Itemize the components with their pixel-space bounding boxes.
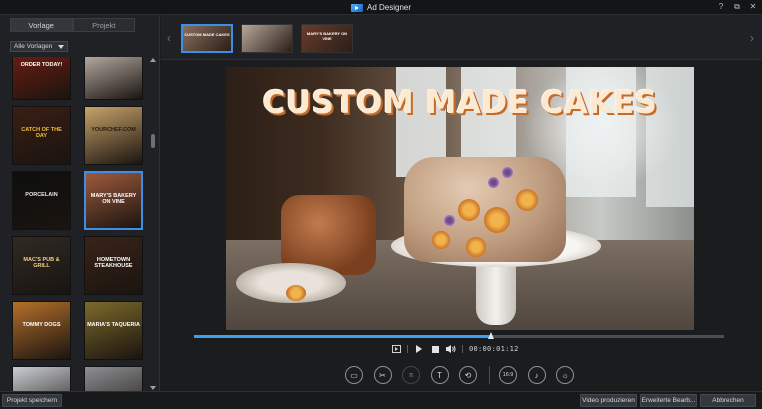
template-thumbnail[interactable]: MARIA'S TAQUERIA — [84, 301, 143, 360]
template-grid: ORDER TODAY! CATCH OF THE DAY YOURCHEF.COM… — [12, 57, 146, 391]
clip-mark-icon[interactable] — [391, 344, 401, 354]
orange-slice — [466, 237, 486, 257]
app-title: Ad Designer — [350, 3, 412, 12]
volume-icon[interactable] — [446, 344, 456, 354]
scene-thumbnail[interactable]: CUSTOM MADE CAKES — [181, 24, 233, 53]
advanced-edit-button[interactable]: Erweiterte Bearb... — [640, 394, 697, 407]
app-title-text: Ad Designer — [366, 3, 412, 12]
timecode-display: 00:00:01:12 — [469, 345, 519, 353]
template-thumbnail[interactable]: MARY'S BAKERY ON VINE — [84, 171, 143, 230]
scroll-up-icon[interactable] — [150, 58, 156, 62]
scene-strip: ‹ CUSTOM MADE CAKES MARY'S BAKERY ON VINE… — [161, 15, 762, 60]
strip-right-arrow-icon[interactable]: › — [750, 31, 754, 45]
divider — [462, 345, 463, 353]
template-thumbnail-label: MARIA'S TAQUERIA — [87, 322, 140, 328]
scene-thumbnail[interactable]: MARY'S BAKERY ON VINE — [301, 24, 353, 53]
scene-thumbnail-label: CUSTOM MADE CAKES — [184, 32, 230, 37]
template-thumbnail-label: MAC'S PUB & GRILL — [23, 257, 60, 269]
title-bar: Ad Designer ? ⧉ ✕ — [0, 0, 762, 15]
flower — [444, 215, 455, 226]
scene-thumbnail[interactable] — [241, 24, 293, 53]
play-icon[interactable] — [414, 344, 424, 354]
template-sidebar: Vorlage Projekt Alle Vorlagen ORDER TODA… — [0, 15, 160, 391]
strip-left-arrow-icon[interactable]: ‹ — [167, 31, 171, 45]
toolbar-divider — [489, 366, 490, 384]
orange-slice — [458, 199, 480, 221]
timeline-slider[interactable] — [194, 332, 724, 339]
template-thumbnail-label: PORCELAIN — [25, 192, 58, 198]
template-thumbnail[interactable]: ORDER TODAY! — [12, 57, 71, 100]
edit-toolbar: ▭ ✂ ⧈ T ⟲ 16:9 ♪ ☼ — [161, 359, 762, 391]
orange-slice — [286, 285, 306, 301]
stop-icon[interactable] — [430, 344, 440, 354]
scene-thumbnail-label: MARY'S BAKERY ON VINE — [306, 31, 348, 41]
template-thumbnail[interactable]: CATCH OF THE DAY — [12, 106, 71, 165]
scroll-down-icon[interactable] — [150, 386, 156, 390]
window-controls: ? ⧉ ✕ — [716, 2, 758, 12]
restore-icon[interactable]: ⧉ — [732, 2, 742, 12]
transition-tool-icon[interactable]: ⟲ — [459, 366, 477, 384]
aspect-ratio-tool-icon[interactable]: 16:9 — [499, 366, 517, 384]
timeline-progress — [194, 335, 491, 338]
produce-video-button[interactable]: Video produzieren — [580, 394, 637, 407]
template-thumbnail[interactable]: MAC'S PUB & GRILL — [12, 236, 71, 295]
template-filter-value: Alle Vorlagen — [14, 43, 53, 50]
template-thumbnail[interactable] — [84, 366, 143, 391]
crop-tool-icon: ⧈ — [402, 366, 420, 384]
app-logo-icon — [350, 3, 363, 12]
template-thumbnail-label: MARY'S BAKERY ON VINE — [90, 193, 137, 205]
video-preview[interactable]: CUSTOM MADE CAKES — [226, 67, 694, 330]
trim-tool-icon[interactable]: ✂ — [373, 366, 392, 384]
template-thumbnail-label: TOMMY DOGS — [22, 322, 61, 328]
template-scrollbar[interactable] — [150, 58, 156, 390]
cake-stand-base — [476, 257, 516, 325]
template-thumbnail[interactable]: HOMETOWN STEAKHOUSE — [84, 236, 143, 295]
tab-vorlage[interactable]: Vorlage — [10, 18, 73, 32]
template-thumbnail-label: ORDER TODAY! — [20, 62, 63, 68]
help-icon[interactable]: ? — [716, 2, 726, 12]
sidebar-tabs: Vorlage Projekt — [10, 18, 135, 32]
template-thumbnail[interactable]: PORCELAIN — [12, 171, 71, 230]
template-thumbnail-label: YOURCHEF.COM — [91, 127, 136, 133]
main-area: ‹ CUSTOM MADE CAKES MARY'S BAKERY ON VINE… — [161, 15, 762, 391]
playhead-handle[interactable] — [487, 332, 494, 339]
title-tool-icon[interactable]: T — [430, 366, 449, 384]
cancel-button[interactable]: Abbrechen — [700, 394, 756, 407]
media-tool-icon[interactable]: ▭ — [345, 366, 363, 384]
chevron-down-icon — [58, 45, 64, 49]
close-icon[interactable]: ✕ — [748, 2, 758, 12]
orange-slice — [432, 231, 450, 249]
template-thumbnail[interactable]: YOURCHEF.COM — [84, 106, 143, 165]
template-thumbnail[interactable] — [84, 57, 143, 100]
tab-projekt[interactable]: Projekt — [72, 18, 135, 32]
save-project-button[interactable]: Projekt speichern — [2, 394, 62, 407]
template-thumbnail-label: CATCH OF THE DAY — [21, 127, 62, 139]
template-filter-dropdown[interactable]: Alle Vorlagen — [10, 41, 68, 52]
template-thumbnail[interactable] — [12, 366, 71, 391]
scroll-thumb[interactable] — [151, 134, 155, 148]
flower — [502, 167, 513, 178]
template-thumbnail-label: HOMETOWN STEAKHOUSE — [94, 257, 133, 269]
playback-controls: 00:00:01:12 — [391, 343, 519, 355]
footer-bar: Projekt speichern Video produzieren Erwe… — [0, 391, 762, 409]
flower — [488, 177, 499, 188]
divider — [407, 345, 408, 353]
music-tool-icon[interactable]: ♪ — [527, 366, 546, 384]
template-thumbnail[interactable]: TOMMY DOGS — [12, 301, 71, 360]
orange-slice — [484, 207, 510, 233]
orange-slice — [516, 189, 538, 211]
settings-tool-icon[interactable]: ☼ — [556, 366, 574, 384]
preview-headline[interactable]: CUSTOM MADE CAKES — [226, 85, 694, 121]
